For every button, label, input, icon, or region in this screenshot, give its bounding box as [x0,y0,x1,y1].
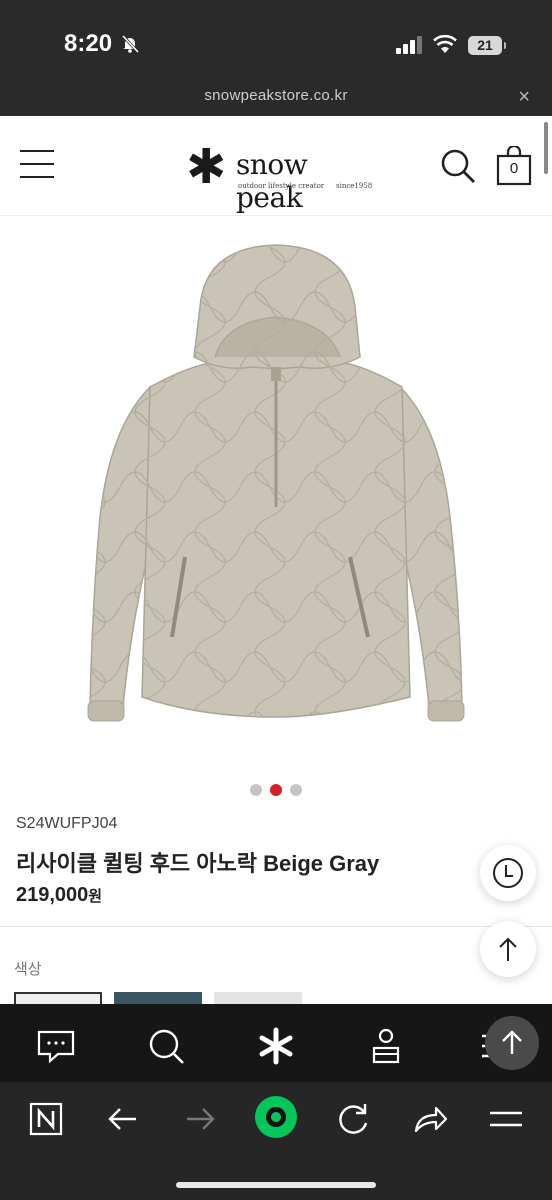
chat-icon[interactable] [36,1026,76,1066]
status-time: 8:20 [64,30,113,57]
url-text[interactable]: snowpeakstore.co.kr [0,87,552,104]
site-header: ✱ snow peak outdoor lifestyle creator si… [0,116,552,216]
clock-icon [493,858,523,888]
snowpeak-home-icon[interactable] [256,1026,296,1066]
battery-icon: 21 [468,36,506,55]
hamburger-menu-icon[interactable] [20,150,54,180]
naver-green-dot-icon[interactable] [254,1095,298,1139]
color-label: 색상 [14,961,42,978]
scrollbar[interactable] [544,122,548,174]
scroll-top-button[interactable] [480,921,536,977]
arrow-up-icon [502,1030,522,1054]
product-image[interactable] [0,217,552,777]
recent-viewed-button[interactable] [480,845,536,901]
logo-star: ✱ [186,141,227,194]
carousel-dot[interactable] [290,784,302,796]
close-icon[interactable]: × [518,86,530,109]
menu-icon[interactable] [486,1099,526,1139]
forward-arrow-icon[interactable] [180,1099,220,1139]
divider [0,926,552,927]
back-arrow-icon[interactable] [103,1099,143,1139]
home-indicator [176,1182,376,1188]
wifi-icon [433,34,457,53]
product-name: 리사이클 퀼팅 후드 아노락 Beige Gray [16,851,380,876]
product-code: S24WUFPJ04 [16,815,118,832]
status-bar: 8:20 21 [0,0,552,82]
signal-icon [396,36,422,54]
app-bottom-nav [0,1004,552,1082]
snow-peak-logo[interactable]: ✱ snow peak outdoor lifestyle creator si… [186,141,376,215]
naver-n-icon[interactable] [26,1099,66,1139]
arrow-up-icon [499,937,517,961]
image-carousel-dots [0,783,552,797]
jacket-image [87,244,465,722]
cart-button[interactable]: 0 [496,144,532,186]
carousel-dot-active[interactable] [270,784,282,796]
bell-slash-icon [121,34,140,54]
my-page-icon[interactable] [366,1026,406,1066]
refresh-icon[interactable] [333,1099,373,1139]
logo-text: snow peak [236,148,308,214]
carousel-dot[interactable] [250,784,262,796]
search-icon[interactable] [440,148,476,184]
price-currency: 원 [88,888,103,905]
product-price: 219,000원 [16,884,102,907]
logo-tagline: outdoor lifestyle creator [238,182,325,190]
price-value: 219,000 [16,884,89,906]
url-bar[interactable]: snowpeakstore.co.kr × [0,82,552,116]
cart-count: 0 [509,160,519,177]
scroll-top-fab[interactable] [485,1016,539,1070]
search-icon[interactable] [146,1026,186,1066]
logo-since: since1958 [336,182,373,190]
share-icon[interactable] [410,1099,450,1139]
